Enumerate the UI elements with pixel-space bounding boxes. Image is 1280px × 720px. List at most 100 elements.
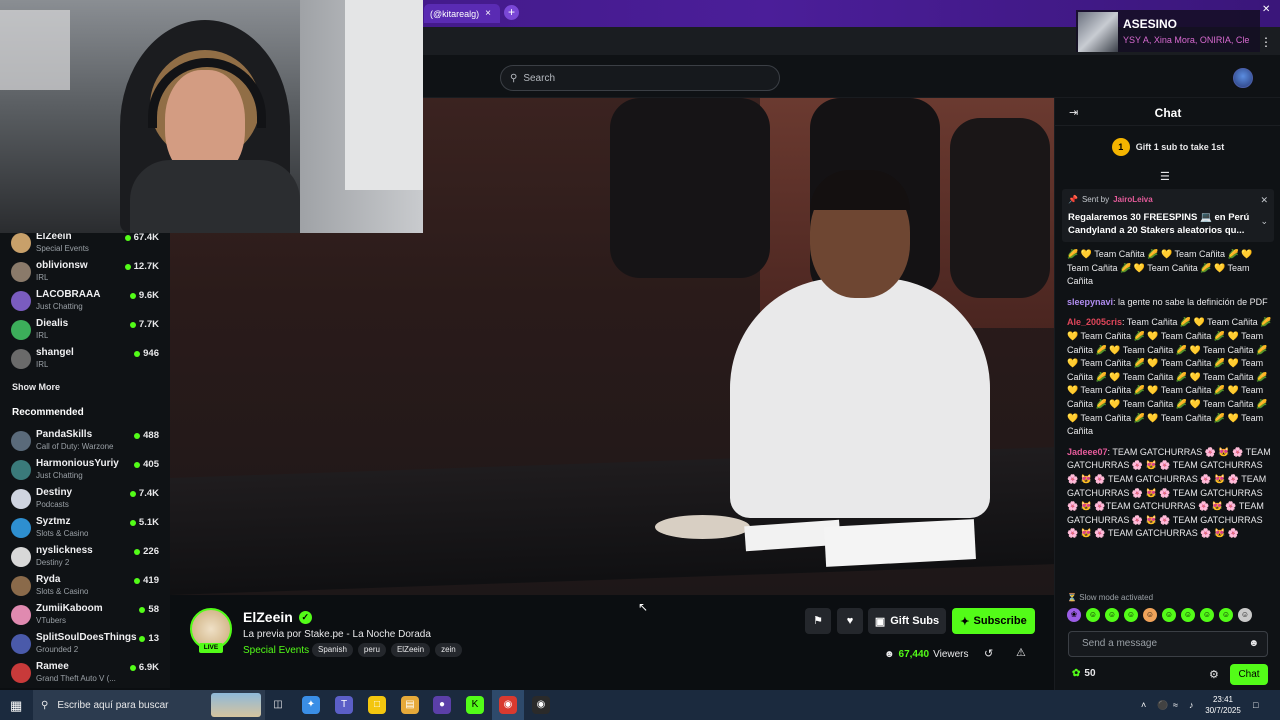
- channel-name: Diealis: [36, 318, 69, 329]
- report-icon[interactable]: ⚠: [1016, 646, 1026, 659]
- tag-chip[interactable]: peru: [357, 643, 386, 657]
- streamer-name-text: ElZeein: [243, 609, 293, 625]
- notification-icon[interactable]: □: [1253, 700, 1258, 710]
- viewer-count: 7.4K: [129, 488, 159, 499]
- unpin-icon[interactable]: ✕: [1260, 195, 1268, 206]
- slow-mode-icon: ⏳: [1067, 593, 1077, 602]
- sidebar-channel[interactable]: ZumiiKaboom VTubers 58: [0, 602, 170, 631]
- gift-subs-button[interactable]: ▣ Gift Subs: [868, 608, 946, 634]
- viewer-count: 13: [139, 633, 159, 644]
- sidebar-channel[interactable]: HarmoniousYuriy Just Chatting 405: [0, 457, 170, 486]
- search-input[interactable]: ⚲ Search: [500, 65, 780, 91]
- chat-username[interactable]: Jadeee07: [1067, 447, 1108, 457]
- emote-icon[interactable]: ❀: [1067, 608, 1081, 622]
- rank-badge: 1: [1111, 138, 1130, 156]
- live-dot-icon: [129, 292, 136, 299]
- viewer-count: 946: [134, 348, 159, 359]
- teams-icon[interactable]: T: [335, 696, 353, 714]
- sidebar-channel[interactable]: Diealis IRL 7.7K: [0, 317, 170, 346]
- emoji-picker-icon[interactable]: ☻: [1248, 632, 1259, 656]
- viewer-count-value: 419: [143, 575, 159, 586]
- sidebar-channel[interactable]: Syztmz Slots & Casino 5.1K: [0, 515, 170, 544]
- channel-avatar: [11, 518, 31, 538]
- channel-category: VTubers: [36, 616, 66, 625]
- emote-icon[interactable]: ☺: [1200, 608, 1214, 622]
- sidebar-channel[interactable]: SplitSoulDoesThings Grounded 2 13: [0, 631, 170, 660]
- chevron-up-icon[interactable]: ˄: [1141, 700, 1146, 710]
- show-more-link[interactable]: Show More: [12, 382, 60, 392]
- video-audience: [610, 98, 770, 278]
- microphone-icon[interactable]: ⚫: [1157, 700, 1168, 711]
- sidebar-channel[interactable]: PandaSkills Call of Duty: Warzone 488: [0, 428, 170, 457]
- subscribe-button[interactable]: ✦ Subscribe: [952, 608, 1035, 634]
- chrome-icon[interactable]: ◉: [499, 696, 517, 714]
- channel-avatar: [11, 634, 31, 654]
- tag-chip[interactable]: Spanish: [312, 643, 353, 657]
- channel-avatar: [11, 349, 31, 369]
- sidebar-channel[interactable]: ElZeein Special Events 67.4K: [0, 230, 170, 259]
- emote-icon[interactable]: ☺: [1219, 608, 1233, 622]
- emote-icon[interactable]: ☺: [1143, 608, 1157, 622]
- send-chat-button[interactable]: Chat: [1230, 664, 1268, 685]
- chat-username[interactable]: sleepynavi: [1067, 297, 1113, 307]
- sidebar-channel[interactable]: nyslickness Destiny 2 226: [0, 544, 170, 573]
- chat-message: sleepynavi: la gente no sabe la definici…: [1067, 296, 1268, 307]
- task-view-icon[interactable]: ◫: [269, 696, 287, 714]
- user-avatar[interactable]: [1233, 68, 1253, 88]
- window-close-icon[interactable]: ✕: [1262, 4, 1270, 15]
- notification-bell-button[interactable]: ⚑: [805, 608, 831, 634]
- new-tab-button[interactable]: +: [504, 5, 519, 20]
- emote-icon[interactable]: ☺: [1105, 608, 1119, 622]
- channel-avatar: [11, 547, 31, 567]
- system-clock[interactable]: 23:41 30/7/2025: [1203, 694, 1243, 716]
- windows-start-icon[interactable]: ▦: [10, 698, 22, 714]
- volume-icon[interactable]: ♪: [1189, 700, 1194, 710]
- gear-icon[interactable]: ⚙: [1209, 668, 1219, 681]
- sidebar-channel[interactable]: Ryda Slots & Casino 419: [0, 573, 170, 602]
- screen: (@kitarealg) × + ⚲ Search ElZeein Specia…: [0, 0, 1280, 720]
- wifi-icon[interactable]: ≈: [1173, 700, 1178, 710]
- chevron-down-icon[interactable]: ⌄: [1260, 216, 1268, 227]
- copilot-icon[interactable]: ✦: [302, 696, 320, 714]
- gift-leaderboard-promo[interactable]: 1 Gift 1 sub to take 1st: [1055, 138, 1280, 156]
- emote-icon[interactable]: ☺: [1086, 608, 1100, 622]
- stream-category-link[interactable]: Special Events: [243, 645, 309, 656]
- search-placeholder: Search: [523, 72, 556, 84]
- stream-tags: Spanish peru ElZeein zein: [312, 643, 462, 657]
- sidebar-channel[interactable]: shangel IRL 946: [0, 346, 170, 375]
- taskbar-search[interactable]: ⚲ Escribe aquí para buscar: [33, 690, 265, 720]
- streamer-name[interactable]: ElZeein ✓: [243, 609, 312, 625]
- viewer-count: 5.1K: [129, 517, 159, 528]
- follow-button[interactable]: ♥: [837, 608, 863, 634]
- stream-info: LIVE ElZeein ✓ La previa por Stake.pe - …: [170, 595, 1054, 690]
- sticky-notes-icon[interactable]: □: [368, 696, 386, 714]
- chat-message: 🌽 💛 Team Cañita 🌽 💛 Team Cañita 🌽 💛 Team…: [1067, 248, 1273, 289]
- kick-icon[interactable]: K: [466, 696, 484, 714]
- emote-icon[interactable]: ☺: [1238, 608, 1252, 622]
- channel-avatar: [11, 320, 31, 340]
- close-icon[interactable]: ×: [485, 8, 491, 19]
- pinned-message[interactable]: 📌 Sent by JairoLeiva Regalaremos 30 FREE…: [1062, 189, 1274, 242]
- sidebar-channel[interactable]: Ramee Grand Theft Auto V (... 6.9K: [0, 660, 170, 689]
- emote-icon[interactable]: ☺: [1124, 608, 1138, 622]
- emote-icon[interactable]: ☺: [1162, 608, 1176, 622]
- sidebar-channel[interactable]: Destiny Podcasts 7.4K: [0, 486, 170, 515]
- tag-chip[interactable]: zein: [435, 643, 462, 657]
- share-icon[interactable]: ↺: [984, 647, 993, 660]
- pinned-username[interactable]: JairoLeiva: [1113, 195, 1153, 204]
- sidebar-channel[interactable]: LACOBRAAA Just Chatting 9.6K: [0, 288, 170, 317]
- filter-icon[interactable]: ☰: [1160, 170, 1170, 183]
- emote-icon[interactable]: ☺: [1181, 608, 1195, 622]
- file-explorer-icon[interactable]: ▤: [401, 696, 419, 714]
- chat-message-input[interactable]: Send a message ☻: [1068, 631, 1268, 657]
- obs-icon[interactable]: ◉: [532, 696, 550, 714]
- more-options-icon[interactable]: ⋮: [1260, 35, 1272, 49]
- chat-message-text: la gente no sabe la definición de PDF: [1118, 296, 1268, 307]
- chat-username[interactable]: Ale_2005cris: [1067, 317, 1122, 327]
- browser-tab[interactable]: (@kitarealg) ×: [424, 4, 500, 23]
- app-icon[interactable]: ●: [433, 696, 451, 714]
- tag-chip[interactable]: ElZeein: [390, 643, 431, 657]
- album-art: [1078, 12, 1118, 52]
- channel-points[interactable]: ✿ 50: [1072, 668, 1096, 679]
- sidebar-channel[interactable]: oblivionsw IRL 12.7K: [0, 259, 170, 288]
